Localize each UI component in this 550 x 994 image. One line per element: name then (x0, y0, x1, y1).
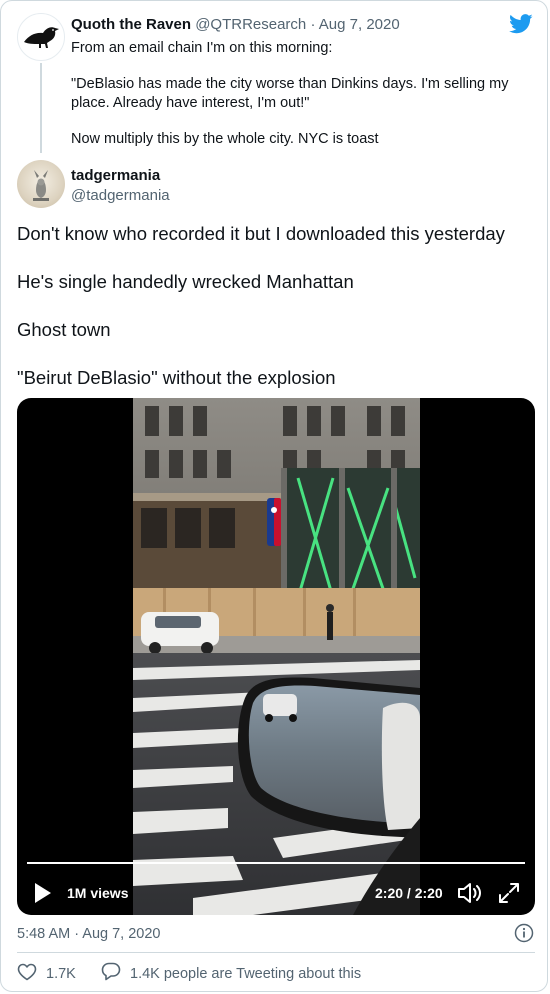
tweet-timestamp[interactable]: 5:48 AM · Aug 7, 2020 (17, 926, 161, 942)
quoted-tweet-paragraph: Now multiply this by the whole city. NYC… (71, 131, 379, 147)
tweet-embed-card: Quoth the Raven @QTRResearch · Aug 7, 20… (0, 0, 548, 992)
video-progress-bar[interactable] (27, 862, 525, 864)
tweet-paragraph: Ghost town (17, 319, 111, 340)
tweet-paragraph: "Beirut DeBlasio" without the explosion (17, 367, 336, 388)
play-icon[interactable] (33, 882, 53, 904)
video-view-count: 1M views (67, 885, 129, 901)
tweet-author-display-name[interactable]: tadgermania (71, 167, 160, 184)
thread-connector-line (40, 63, 42, 153)
quoted-tweet-handle[interactable]: @QTRResearch (195, 16, 306, 33)
video-frame-street-scene (133, 398, 420, 915)
like-count: 1.7K (46, 966, 76, 982)
video-time-readout: 2:20 / 2:20 (375, 885, 443, 901)
quoted-tweet-avatar[interactable] (17, 13, 65, 61)
tweet-paragraph: Don't know who recorded it but I downloa… (17, 223, 505, 244)
heart-icon (17, 963, 37, 986)
fullscreen-icon[interactable] (498, 882, 520, 904)
quoted-tweet-paragraph: From an email chain I'm on this morning: (71, 40, 333, 56)
like-button[interactable]: 1.7K (17, 963, 76, 986)
quoted-tweet-body: From an email chain I'm on this morning:… (71, 39, 533, 149)
tweet-author-avatar[interactable] (17, 160, 65, 208)
video-progress-fill (27, 862, 525, 864)
quoted-tweet-paragraph: "DeBlasio has made the city worse than D… (71, 76, 509, 111)
quoted-tweet-header: Quoth the Raven @QTRResearch · Aug 7, 20… (71, 16, 400, 33)
twitter-bird-icon[interactable] (509, 13, 533, 35)
tweet-paragraph: He's single handedly wrecked Manhattan (17, 271, 354, 292)
speech-bubble-icon (101, 962, 121, 986)
tweeting-about-button[interactable]: 1.4K people are Tweeting about this (101, 962, 362, 986)
volume-icon[interactable] (457, 881, 483, 905)
video-player[interactable]: 1M views 2:20 / 2:20 (17, 398, 535, 915)
quoted-tweet-date[interactable]: Aug 7, 2020 (319, 16, 400, 33)
footer-divider (17, 952, 535, 953)
tweet-body: Don't know who recorded it but I downloa… (17, 221, 537, 413)
quoted-tweet-separator: · (310, 16, 316, 33)
quoted-tweet-display-name[interactable]: Quoth the Raven (71, 16, 191, 33)
tweet-author-handle[interactable]: @tadgermania (71, 187, 170, 204)
tweeting-about-text: 1.4K people are Tweeting about this (130, 966, 362, 982)
info-icon[interactable] (514, 923, 534, 943)
